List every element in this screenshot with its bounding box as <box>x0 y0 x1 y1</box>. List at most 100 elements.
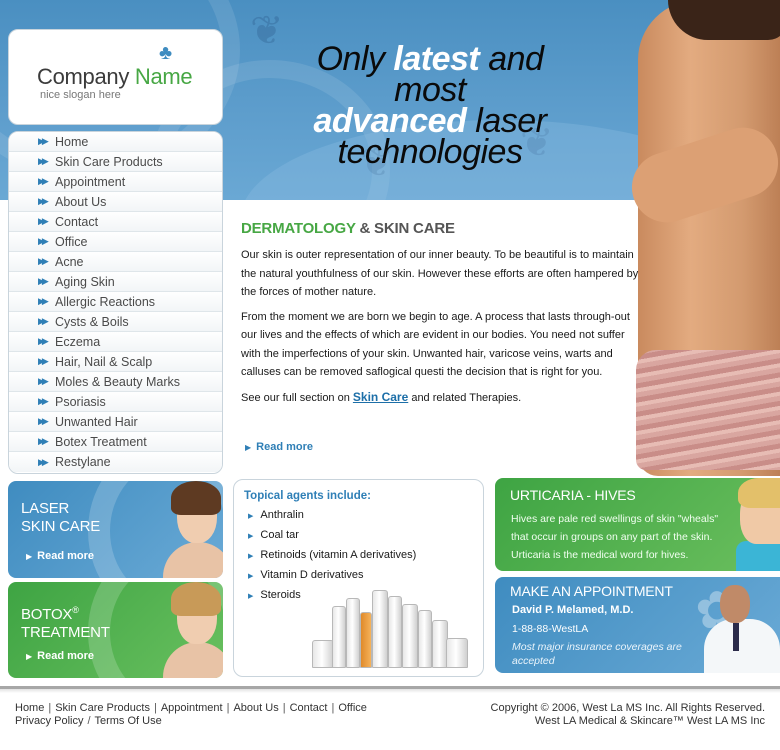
list-item-label: Steroids <box>260 589 301 601</box>
double-arrow-icon: ▶▶ <box>38 336 49 346</box>
double-arrow-icon: ▶▶ <box>38 256 49 266</box>
sidebar-item[interactable]: ▶▶ Botex Treatment <box>9 432 222 452</box>
footer-links: Home | Skin Care Products | Appointment | Abou… <box>15 702 367 728</box>
footer-link[interactable]: Home <box>15 702 44 714</box>
logo[interactable]: ♣ Company Name nice slogan here <box>8 29 223 125</box>
sidebar-item-label: Skin Care Products <box>55 154 163 169</box>
list-item: ▶ Coal tar <box>248 526 416 546</box>
skin-care-paragraph: See our full section on Skin Care and re… <box>241 388 641 408</box>
model-top <box>736 541 780 571</box>
company-name: Company Name <box>37 64 193 90</box>
doctor-head <box>720 585 750 623</box>
company-slogan: nice slogan here <box>40 89 121 101</box>
promo-title: LASER SKIN CARE <box>21 500 100 536</box>
sidebar-item[interactable]: ▶▶ Allergic Reactions <box>9 292 222 312</box>
laser-skin-care-promo[interactable]: LASER SKIN CARE ▶ Read more <box>8 481 223 578</box>
read-more-label: Read more <box>256 441 314 453</box>
sidebar-item[interactable]: ▶▶ Acne <box>9 252 222 272</box>
read-more-link[interactable]: ▶ Read more <box>26 650 94 662</box>
appointment-title: MAKE AN APPOINTMENT <box>510 583 673 599</box>
sidebar-item-label: Allergic Reactions <box>55 294 156 309</box>
read-more-link[interactable]: ▶ Read more <box>245 441 313 453</box>
urticaria-text: Hives are pale red swellings of skin "wh… <box>511 513 719 561</box>
model-face-image <box>163 582 223 678</box>
sidebar-nav: ▶▶ Home ▶▶ Skin Care Products ▶▶ Appointment ▶… <box>8 131 223 474</box>
footer-link[interactable]: Appointment <box>161 702 223 714</box>
read-more-link[interactable]: ▶ Read more <box>26 550 94 562</box>
double-arrow-icon: ▶▶ <box>38 156 49 166</box>
sidebar-item[interactable]: ▶▶ Hair, Nail & Scalp <box>9 352 222 372</box>
double-arrow-icon: ▶▶ <box>38 316 49 326</box>
promo-title-line: SKIN CARE <box>21 518 101 535</box>
sidebar-item[interactable]: ▶▶ Moles & Beauty Marks <box>9 372 222 392</box>
model-hair <box>171 481 221 515</box>
sidebar-item-label: Cysts & Boils <box>55 314 129 329</box>
list-item-label: Vitamin D derivatives <box>260 569 364 581</box>
footer-separator: | <box>282 702 286 714</box>
sidebar-item-label: Office <box>55 234 88 249</box>
double-arrow-icon: ▶▶ <box>38 176 49 186</box>
footer-separator: / <box>87 715 91 727</box>
paragraph-text: and related Therapies. <box>408 391 522 404</box>
footer-separator: | <box>226 702 230 714</box>
promo-title: BOTOX® TREATMENT <box>21 601 110 642</box>
sidebar-item[interactable]: ▶▶ Contact <box>9 212 222 232</box>
skin-care-link[interactable]: Skin Care <box>353 390 408 404</box>
sidebar-item[interactable]: ▶▶ Eczema <box>9 332 222 352</box>
sidebar-item[interactable]: ▶▶ Office <box>9 232 222 252</box>
list-item: ▶ Retinoids (vitamin A derivatives) <box>248 546 416 566</box>
sidebar-item-label: Restylane <box>55 455 111 469</box>
product-bottle <box>402 604 418 668</box>
model-wrap <box>636 350 780 470</box>
company-word: Company <box>37 64 130 89</box>
double-arrow-icon: ▶▶ <box>38 136 49 146</box>
sidebar-item[interactable]: ▶▶ Home <box>9 132 222 152</box>
arrow-right-icon: ▶ <box>248 593 254 600</box>
terms-of-use-link[interactable]: Terms Of Use <box>94 715 161 727</box>
sidebar-item[interactable]: ▶▶ Aging Skin <box>9 272 222 292</box>
double-arrow-icon: ▶▶ <box>38 456 49 467</box>
urticaria-title: URTICARIA - HIVES <box>510 487 636 503</box>
model-shoulder <box>163 642 223 678</box>
company-line: West LA Medical & Skincare™ West LA MS I… <box>534 715 765 727</box>
footer-link[interactable]: Skin Care Products <box>55 702 150 714</box>
product-bottle <box>332 606 346 668</box>
promo-title-line: LASER <box>21 500 70 517</box>
sidebar-item-label: Botex Treatment <box>55 434 147 449</box>
footer-separator: | <box>48 702 52 714</box>
skin-care-products-image <box>310 586 470 668</box>
sidebar-item[interactable]: ▶▶ Appointment <box>9 172 222 192</box>
sidebar-item[interactable]: ▶▶ Unwanted Hair <box>9 412 222 432</box>
sidebar-item[interactable]: ▶▶ Psoriasis <box>9 392 222 412</box>
sidebar-item[interactable]: ▶▶ About Us <box>9 192 222 212</box>
sidebar-item[interactable]: ▶▶ Skin Care Products <box>9 152 222 172</box>
double-arrow-icon: ▶▶ <box>38 216 49 226</box>
company-name-accent: Name <box>134 64 193 89</box>
product-bottle <box>388 596 402 668</box>
model-hair <box>171 582 221 616</box>
footer-copyright: Copyright © 2006, West La MS Inc. All Ri… <box>491 702 765 728</box>
sidebar-item[interactable]: ▶▶ Cysts & Boils <box>9 312 222 332</box>
doctor-tie <box>733 623 739 651</box>
appointment-promo[interactable]: ✿ MAKE AN APPOINTMENT David P. Melamed, … <box>495 577 780 673</box>
privacy-policy-link[interactable]: Privacy Policy <box>15 715 83 727</box>
sidebar-item-label: Eczema <box>55 334 101 349</box>
section-title-accent: DERMATOLOGY <box>241 220 356 237</box>
promo-title-line: TREATMENT <box>21 624 110 641</box>
double-arrow-icon: ▶▶ <box>38 376 49 386</box>
model-hair <box>738 478 780 508</box>
read-more-label: Read more <box>37 650 95 662</box>
urticaria-promo[interactable]: URTICARIA - HIVES Hives are pale red swe… <box>495 478 780 571</box>
footer-link[interactable]: About Us <box>233 702 278 714</box>
sidebar-item-label: Contact <box>55 214 99 229</box>
botox-treatment-promo[interactable]: BOTOX® TREATMENT ▶ Read more <box>8 582 223 678</box>
insurance-note: Most major insurance coverages are accep… <box>512 641 682 667</box>
section-title: DERMATOLOGY & SKIN CARE <box>241 220 641 237</box>
footer-link[interactable]: Office <box>338 702 367 714</box>
doctor-name: David P. Melamed, M.D. <box>512 604 634 616</box>
section-title-rest: & SKIN CARE <box>355 220 455 237</box>
arrow-right-icon: ▶ <box>248 573 254 580</box>
footer-link[interactable]: Contact <box>290 702 328 714</box>
doctor-coat <box>704 619 780 673</box>
sidebar-item[interactable]: ▶▶ Restylane <box>9 452 222 472</box>
